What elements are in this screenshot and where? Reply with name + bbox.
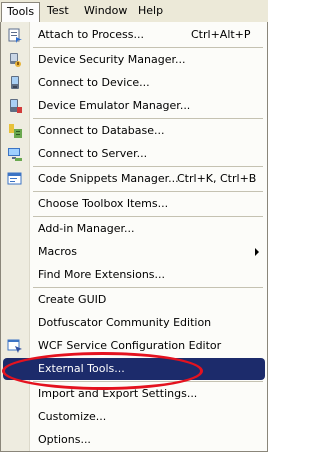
label: WCF Service Configuration Editor bbox=[38, 339, 222, 352]
menu-window[interactable]: Window bbox=[79, 3, 132, 18]
menu-test[interactable]: Test bbox=[42, 3, 74, 18]
menu-item-find-more-extensions[interactable]: Find More Extensions... bbox=[1, 264, 267, 286]
label: Code Snippets Manager... bbox=[38, 172, 179, 185]
menu-help[interactable]: Help bbox=[133, 3, 168, 18]
separator bbox=[33, 216, 263, 217]
submenu-arrow-icon bbox=[255, 248, 259, 256]
red-annotation-oval bbox=[2, 352, 203, 390]
menu-item-options[interactable]: Options... bbox=[1, 429, 267, 451]
shortcut: Ctrl+Alt+P bbox=[191, 28, 251, 41]
label: Connect to Device... bbox=[38, 76, 150, 89]
label: Device Security Manager... bbox=[38, 53, 186, 66]
separator bbox=[33, 287, 263, 288]
snippets-icon bbox=[7, 172, 22, 185]
shortcut: Ctrl+K, Ctrl+B bbox=[177, 172, 257, 185]
security-icon bbox=[10, 53, 21, 67]
menu-item-device-emulator-manager[interactable]: Device Emulator Manager... bbox=[1, 95, 267, 117]
menu-item-add-in-manager[interactable]: Add-in Manager... bbox=[1, 218, 267, 240]
menu-tools[interactable]: Tools bbox=[1, 2, 41, 23]
label: Device Emulator Manager... bbox=[38, 99, 191, 112]
label: Customize... bbox=[38, 410, 107, 423]
separator bbox=[33, 47, 263, 48]
label: Macros bbox=[38, 245, 78, 258]
label: Dotfuscator Community Edition bbox=[38, 316, 212, 329]
label: Add-in Manager... bbox=[38, 222, 135, 235]
menu-item-choose-toolbox-items[interactable]: Choose Toolbox Items... bbox=[1, 193, 267, 215]
menu-item-customize[interactable]: Customize... bbox=[1, 406, 267, 428]
menu-item-device-security-manager[interactable]: Device Security Manager... bbox=[1, 49, 267, 71]
menu-item-dotfuscator[interactable]: Dotfuscator Community Edition bbox=[1, 312, 267, 334]
attach-icon bbox=[8, 28, 22, 43]
menu-bar: Tools Test Window Help bbox=[0, 0, 268, 23]
label: Connect to Database... bbox=[38, 124, 165, 137]
label: Options... bbox=[38, 433, 91, 446]
label: Attach to Process... bbox=[38, 28, 144, 41]
menu-item-macros[interactable]: Macros bbox=[1, 241, 267, 263]
wcf-icon bbox=[7, 339, 22, 353]
server-icon bbox=[8, 148, 22, 161]
device-icon bbox=[11, 76, 19, 89]
emulator-icon bbox=[10, 99, 22, 113]
database-icon bbox=[9, 124, 22, 138]
separator bbox=[33, 118, 263, 119]
menu-item-connect-to-database[interactable]: Connect to Database... bbox=[1, 120, 267, 142]
menu-item-connect-to-server[interactable]: Connect to Server... bbox=[1, 143, 267, 165]
menu-item-attach-to-process[interactable]: Attach to Process... Ctrl+Alt+P bbox=[1, 24, 267, 46]
label: Find More Extensions... bbox=[38, 268, 166, 281]
separator bbox=[33, 166, 263, 167]
menu-item-code-snippets-manager[interactable]: Code Snippets Manager... Ctrl+K, Ctrl+B bbox=[1, 168, 267, 190]
label: Choose Toolbox Items... bbox=[38, 197, 169, 210]
menu-item-connect-to-device[interactable]: Connect to Device... bbox=[1, 72, 267, 94]
menu-item-create-guid[interactable]: Create GUID bbox=[1, 289, 267, 311]
label: Create GUID bbox=[38, 293, 107, 306]
separator bbox=[33, 191, 263, 192]
label: Connect to Server... bbox=[38, 147, 148, 160]
